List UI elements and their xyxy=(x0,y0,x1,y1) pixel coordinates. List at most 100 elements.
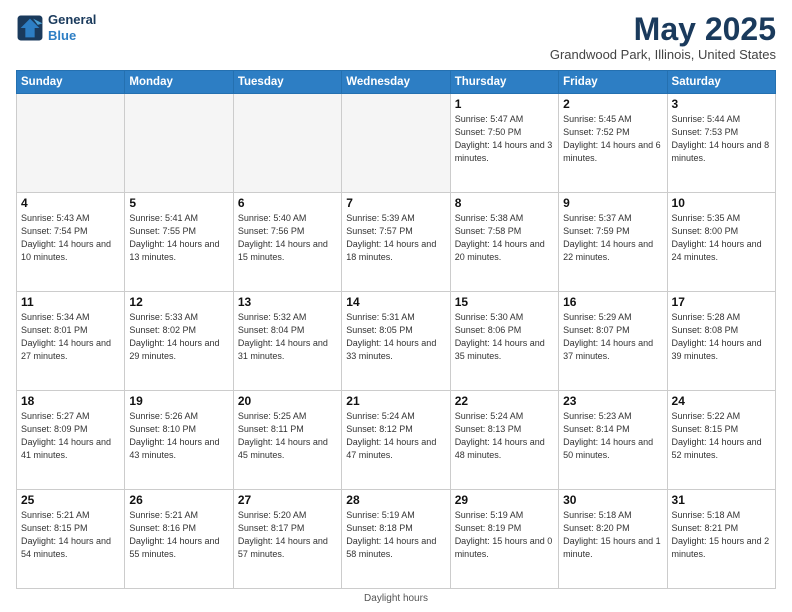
location: Grandwood Park, Illinois, United States xyxy=(550,47,776,62)
calendar-cell: 14 Sunrise: 5:31 AM Sunset: 8:05 PM Dayli… xyxy=(342,292,450,391)
day-number: 13 xyxy=(238,295,337,309)
day-info: Sunrise: 5:29 AM Sunset: 8:07 PM Dayligh… xyxy=(563,311,662,363)
day-number: 28 xyxy=(346,493,445,507)
col-header-sunday: Sunday xyxy=(17,71,125,94)
calendar-cell: 11 Sunrise: 5:34 AM Sunset: 8:01 PM Dayli… xyxy=(17,292,125,391)
day-number: 19 xyxy=(129,394,228,408)
day-info: Sunrise: 5:33 AM Sunset: 8:02 PM Dayligh… xyxy=(129,311,228,363)
day-number: 12 xyxy=(129,295,228,309)
calendar-header-row: SundayMondayTuesdayWednesdayThursdayFrid… xyxy=(17,71,776,94)
day-info: Sunrise: 5:37 AM Sunset: 7:59 PM Dayligh… xyxy=(563,212,662,264)
calendar-cell: 8 Sunrise: 5:38 AM Sunset: 7:58 PM Daylig… xyxy=(450,193,558,292)
day-info: Sunrise: 5:44 AM Sunset: 7:53 PM Dayligh… xyxy=(672,113,771,165)
calendar-cell: 31 Sunrise: 5:18 AM Sunset: 8:21 PM Dayli… xyxy=(667,490,775,589)
day-info: Sunrise: 5:20 AM Sunset: 8:17 PM Dayligh… xyxy=(238,509,337,561)
calendar-cell: 22 Sunrise: 5:24 AM Sunset: 8:13 PM Dayli… xyxy=(450,391,558,490)
day-number: 5 xyxy=(129,196,228,210)
footer-note: Daylight hours xyxy=(16,593,776,604)
day-info: Sunrise: 5:30 AM Sunset: 8:06 PM Dayligh… xyxy=(455,311,554,363)
day-info: Sunrise: 5:41 AM Sunset: 7:55 PM Dayligh… xyxy=(129,212,228,264)
calendar-cell: 9 Sunrise: 5:37 AM Sunset: 7:59 PM Daylig… xyxy=(559,193,667,292)
day-number: 2 xyxy=(563,97,662,111)
day-info: Sunrise: 5:28 AM Sunset: 8:08 PM Dayligh… xyxy=(672,311,771,363)
logo-icon xyxy=(16,14,44,42)
day-info: Sunrise: 5:31 AM Sunset: 8:05 PM Dayligh… xyxy=(346,311,445,363)
calendar-cell: 16Sunrise: 5:29 AM Sunset: 8:07 PM Dayli… xyxy=(559,292,667,391)
header: General Blue May 2025 Grandwood Park, Il… xyxy=(16,12,776,62)
calendar-cell xyxy=(233,94,341,193)
logo-line2: Blue xyxy=(48,28,96,44)
calendar-cell: 27Sunrise: 5:20 AM Sunset: 8:17 PM Dayli… xyxy=(233,490,341,589)
day-info: Sunrise: 5:25 AM Sunset: 8:11 PM Dayligh… xyxy=(238,410,337,462)
day-number: 22 xyxy=(455,394,554,408)
calendar-cell: 3 Sunrise: 5:44 AM Sunset: 7:53 PM Daylig… xyxy=(667,94,775,193)
day-info: Sunrise: 5:35 AM Sunset: 8:00 PM Dayligh… xyxy=(672,212,771,264)
day-number: 3 xyxy=(672,97,771,111)
logo-text: General Blue xyxy=(48,12,96,43)
calendar-table: SundayMondayTuesdayWednesdayThursdayFrid… xyxy=(16,70,776,589)
day-number: 11 xyxy=(21,295,120,309)
day-info: Sunrise: 5:18 AM Sunset: 8:20 PM Dayligh… xyxy=(563,509,662,561)
day-number: 21 xyxy=(346,394,445,408)
title-area: May 2025 Grandwood Park, Illinois, Unite… xyxy=(550,12,776,62)
logo: General Blue xyxy=(16,12,96,43)
day-info: Sunrise: 5:23 AM Sunset: 8:14 PM Dayligh… xyxy=(563,410,662,462)
calendar-cell: 19 Sunrise: 5:26 AM Sunset: 8:10 PM Dayli… xyxy=(125,391,233,490)
day-number: 18 xyxy=(21,394,120,408)
calendar-cell: 5 Sunrise: 5:41 AM Sunset: 7:55 PM Daylig… xyxy=(125,193,233,292)
day-info: Sunrise: 5:43 AM Sunset: 7:54 PM Dayligh… xyxy=(21,212,120,264)
day-number: 9 xyxy=(563,196,662,210)
day-number: 31 xyxy=(672,493,771,507)
calendar-cell xyxy=(17,94,125,193)
day-number: 1 xyxy=(455,97,554,111)
col-header-tuesday: Tuesday xyxy=(233,71,341,94)
calendar-week-3: 18 Sunrise: 5:27 AM Sunset: 8:09 PM Dayli… xyxy=(17,391,776,490)
day-info: Sunrise: 5:26 AM Sunset: 8:10 PM Dayligh… xyxy=(129,410,228,462)
day-info: Sunrise: 5:39 AM Sunset: 7:57 PM Dayligh… xyxy=(346,212,445,264)
day-number: 24 xyxy=(672,394,771,408)
calendar-cell: 17Sunrise: 5:28 AM Sunset: 8:08 PM Dayli… xyxy=(667,292,775,391)
day-info: Sunrise: 5:34 AM Sunset: 8:01 PM Dayligh… xyxy=(21,311,120,363)
logo-line1: General xyxy=(48,12,96,28)
calendar-cell: 15Sunrise: 5:30 AM Sunset: 8:06 PM Dayli… xyxy=(450,292,558,391)
day-info: Sunrise: 5:40 AM Sunset: 7:56 PM Dayligh… xyxy=(238,212,337,264)
calendar-week-1: 4 Sunrise: 5:43 AM Sunset: 7:54 PM Daylig… xyxy=(17,193,776,292)
calendar-cell: 13Sunrise: 5:32 AM Sunset: 8:04 PM Dayli… xyxy=(233,292,341,391)
calendar-cell: 25 Sunrise: 5:21 AM Sunset: 8:15 PM Dayli… xyxy=(17,490,125,589)
day-number: 10 xyxy=(672,196,771,210)
day-number: 4 xyxy=(21,196,120,210)
month-title: May 2025 xyxy=(550,12,776,47)
day-info: Sunrise: 5:21 AM Sunset: 8:15 PM Dayligh… xyxy=(21,509,120,561)
day-info: Sunrise: 5:27 AM Sunset: 8:09 PM Dayligh… xyxy=(21,410,120,462)
calendar-cell xyxy=(125,94,233,193)
calendar-cell: 4 Sunrise: 5:43 AM Sunset: 7:54 PM Daylig… xyxy=(17,193,125,292)
day-number: 26 xyxy=(129,493,228,507)
calendar-cell xyxy=(342,94,450,193)
day-info: Sunrise: 5:24 AM Sunset: 8:13 PM Dayligh… xyxy=(455,410,554,462)
calendar-cell: 2 Sunrise: 5:45 AM Sunset: 7:52 PM Daylig… xyxy=(559,94,667,193)
day-info: Sunrise: 5:24 AM Sunset: 8:12 PM Dayligh… xyxy=(346,410,445,462)
day-number: 7 xyxy=(346,196,445,210)
calendar-cell: 21 Sunrise: 5:24 AM Sunset: 8:12 PM Dayli… xyxy=(342,391,450,490)
day-info: Sunrise: 5:47 AM Sunset: 7:50 PM Dayligh… xyxy=(455,113,554,165)
col-header-monday: Monday xyxy=(125,71,233,94)
page: General Blue May 2025 Grandwood Park, Il… xyxy=(0,0,792,612)
day-info: Sunrise: 5:22 AM Sunset: 8:15 PM Dayligh… xyxy=(672,410,771,462)
day-number: 29 xyxy=(455,493,554,507)
calendar-week-0: 1 Sunrise: 5:47 AM Sunset: 7:50 PM Daylig… xyxy=(17,94,776,193)
calendar-cell: 29Sunrise: 5:19 AM Sunset: 8:19 PM Dayli… xyxy=(450,490,558,589)
calendar-cell: 6 Sunrise: 5:40 AM Sunset: 7:56 PM Daylig… xyxy=(233,193,341,292)
calendar-cell: 30 Sunrise: 5:18 AM Sunset: 8:20 PM Dayli… xyxy=(559,490,667,589)
calendar-cell: 18 Sunrise: 5:27 AM Sunset: 8:09 PM Dayli… xyxy=(17,391,125,490)
day-info: Sunrise: 5:45 AM Sunset: 7:52 PM Dayligh… xyxy=(563,113,662,165)
day-number: 6 xyxy=(238,196,337,210)
day-number: 14 xyxy=(346,295,445,309)
day-info: Sunrise: 5:18 AM Sunset: 8:21 PM Dayligh… xyxy=(672,509,771,561)
day-info: Sunrise: 5:38 AM Sunset: 7:58 PM Dayligh… xyxy=(455,212,554,264)
col-header-thursday: Thursday xyxy=(450,71,558,94)
day-number: 30 xyxy=(563,493,662,507)
calendar-cell: 1 Sunrise: 5:47 AM Sunset: 7:50 PM Daylig… xyxy=(450,94,558,193)
calendar-week-2: 11 Sunrise: 5:34 AM Sunset: 8:01 PM Dayli… xyxy=(17,292,776,391)
day-number: 25 xyxy=(21,493,120,507)
day-number: 8 xyxy=(455,196,554,210)
